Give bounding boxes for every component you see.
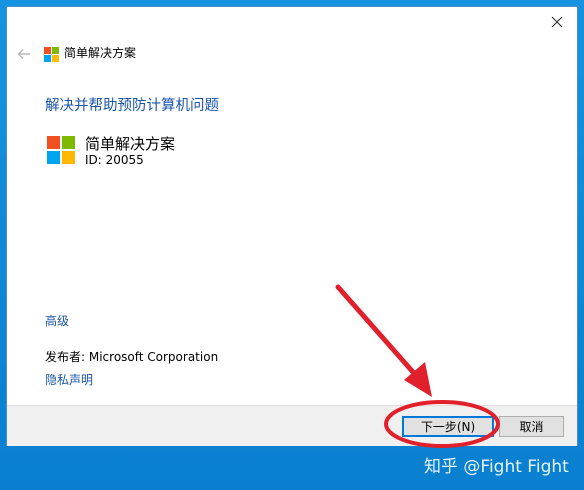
wizard-footer: 下一步(N) 取消 (7, 405, 577, 446)
watermark: 知乎 @Fight Fight (424, 457, 569, 477)
back-button[interactable] (13, 43, 35, 65)
publisher-text: 发布者: Microsoft Corporation (45, 350, 219, 364)
troubleshooter-window: 简单解决方案 解决并帮助预防计算机问题 简单解决方案 ID: 20055 高级 … (6, 6, 578, 446)
wizard-header: 简单解决方案 (7, 39, 577, 69)
package-id: ID: 20055 (85, 153, 144, 167)
cancel-button[interactable]: 取消 (499, 416, 564, 437)
header-title: 简单解决方案 (64, 46, 137, 60)
windows-logo-icon (44, 47, 59, 62)
windows-logo-icon (47, 136, 75, 164)
privacy-statement-link[interactable]: 隐私声明 (45, 371, 93, 388)
page-heading: 解决并帮助预防计算机问题 (45, 98, 219, 114)
package-name: 简单解决方案 (85, 135, 176, 153)
title-bar (7, 7, 577, 39)
advanced-link[interactable]: 高级 (45, 312, 69, 329)
close-icon (551, 16, 563, 28)
close-button[interactable] (537, 7, 577, 37)
back-arrow-icon (17, 49, 30, 59)
next-button[interactable]: 下一步(N) (402, 416, 494, 437)
